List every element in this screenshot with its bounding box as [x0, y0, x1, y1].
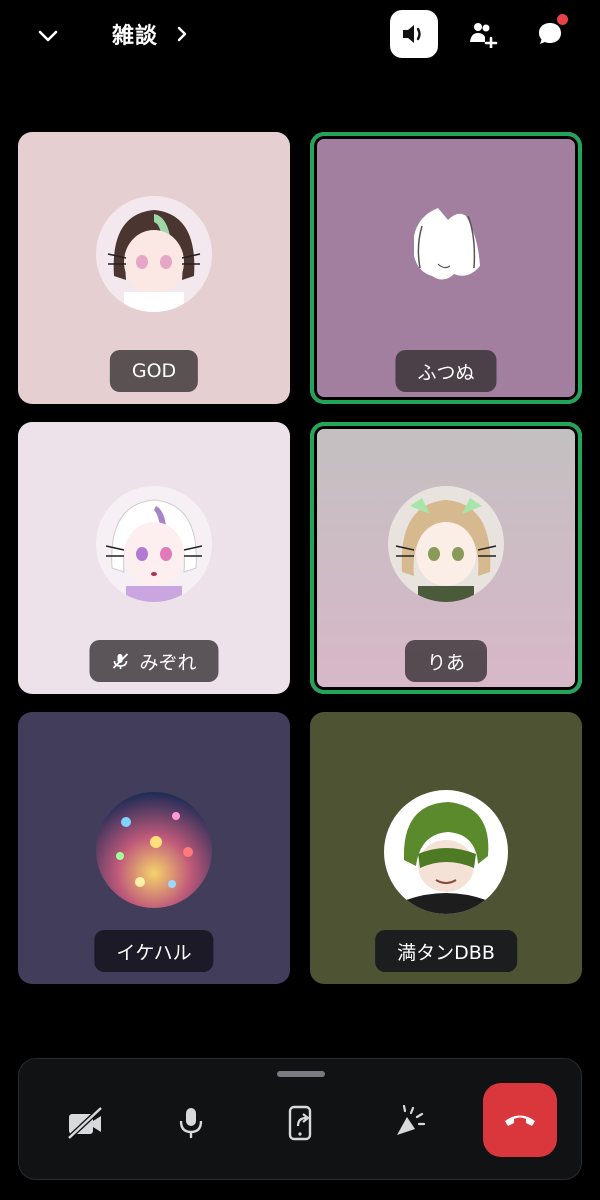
speaker-icon — [403, 25, 421, 43]
participant-name-pill: 満タンDBB — [375, 930, 517, 972]
participant-tile-god[interactable]: GOD — [18, 132, 290, 404]
mic-muted-icon — [112, 653, 129, 669]
chevron-down-icon[interactable] — [32, 20, 64, 52]
avatar — [96, 792, 212, 908]
call-header: 雑談 — [0, 0, 600, 70]
participant-tile-ikeharu[interactable]: イケハル — [18, 712, 290, 984]
participant-tile-futsunu[interactable]: ふつぬ — [310, 132, 582, 404]
participant-name-pill: ふつぬ — [395, 350, 497, 392]
chevron-right-icon[interactable] — [172, 22, 192, 46]
add-user-icon — [470, 23, 498, 48]
participant-name: 満タンDBB — [397, 941, 495, 964]
participant-name: りあ — [426, 651, 466, 674]
avatar — [96, 196, 212, 312]
chat-button[interactable] — [526, 10, 574, 58]
participant-tile-ria[interactable]: りあ — [310, 422, 582, 694]
participant-name-pill: イケハル — [94, 930, 214, 972]
participant-name: みぞれ — [139, 651, 197, 674]
speaker-button[interactable] — [390, 10, 438, 58]
avatar — [96, 486, 212, 602]
call-controls-bar — [18, 1058, 582, 1180]
participant-name: イケハル — [116, 941, 192, 964]
participant-name: GOD — [131, 360, 177, 382]
add-user-button[interactable] — [460, 10, 508, 58]
participant-name: ふつぬ — [417, 361, 475, 384]
camera-off-icon — [67, 1106, 103, 1140]
participant-tile-mizore[interactable]: みぞれ — [18, 422, 290, 694]
end-call-button[interactable] — [483, 1083, 557, 1157]
camera-toggle-button[interactable] — [49, 1087, 121, 1159]
avatar — [384, 790, 508, 914]
end-call-icon — [505, 1115, 535, 1126]
participant-name-pill: GOD — [109, 350, 199, 392]
avatar — [388, 486, 504, 602]
avatar — [388, 196, 504, 312]
notification-dot — [557, 14, 568, 25]
soundboard-icon — [397, 1105, 426, 1135]
participant-tile-mantan-dbb[interactable]: 満タンDBB — [310, 712, 582, 984]
channel-title[interactable]: 雑談 — [112, 18, 158, 50]
microphone-icon — [179, 1108, 203, 1138]
drag-handle[interactable] — [277, 1071, 325, 1077]
microphone-button[interactable] — [155, 1087, 227, 1159]
participant-name-pill: みぞれ — [89, 640, 219, 682]
screen-share-icon — [288, 1105, 312, 1141]
participant-name-pill: りあ — [404, 640, 488, 682]
screen-share-button[interactable] — [265, 1087, 337, 1159]
soundboard-button[interactable] — [373, 1087, 445, 1159]
